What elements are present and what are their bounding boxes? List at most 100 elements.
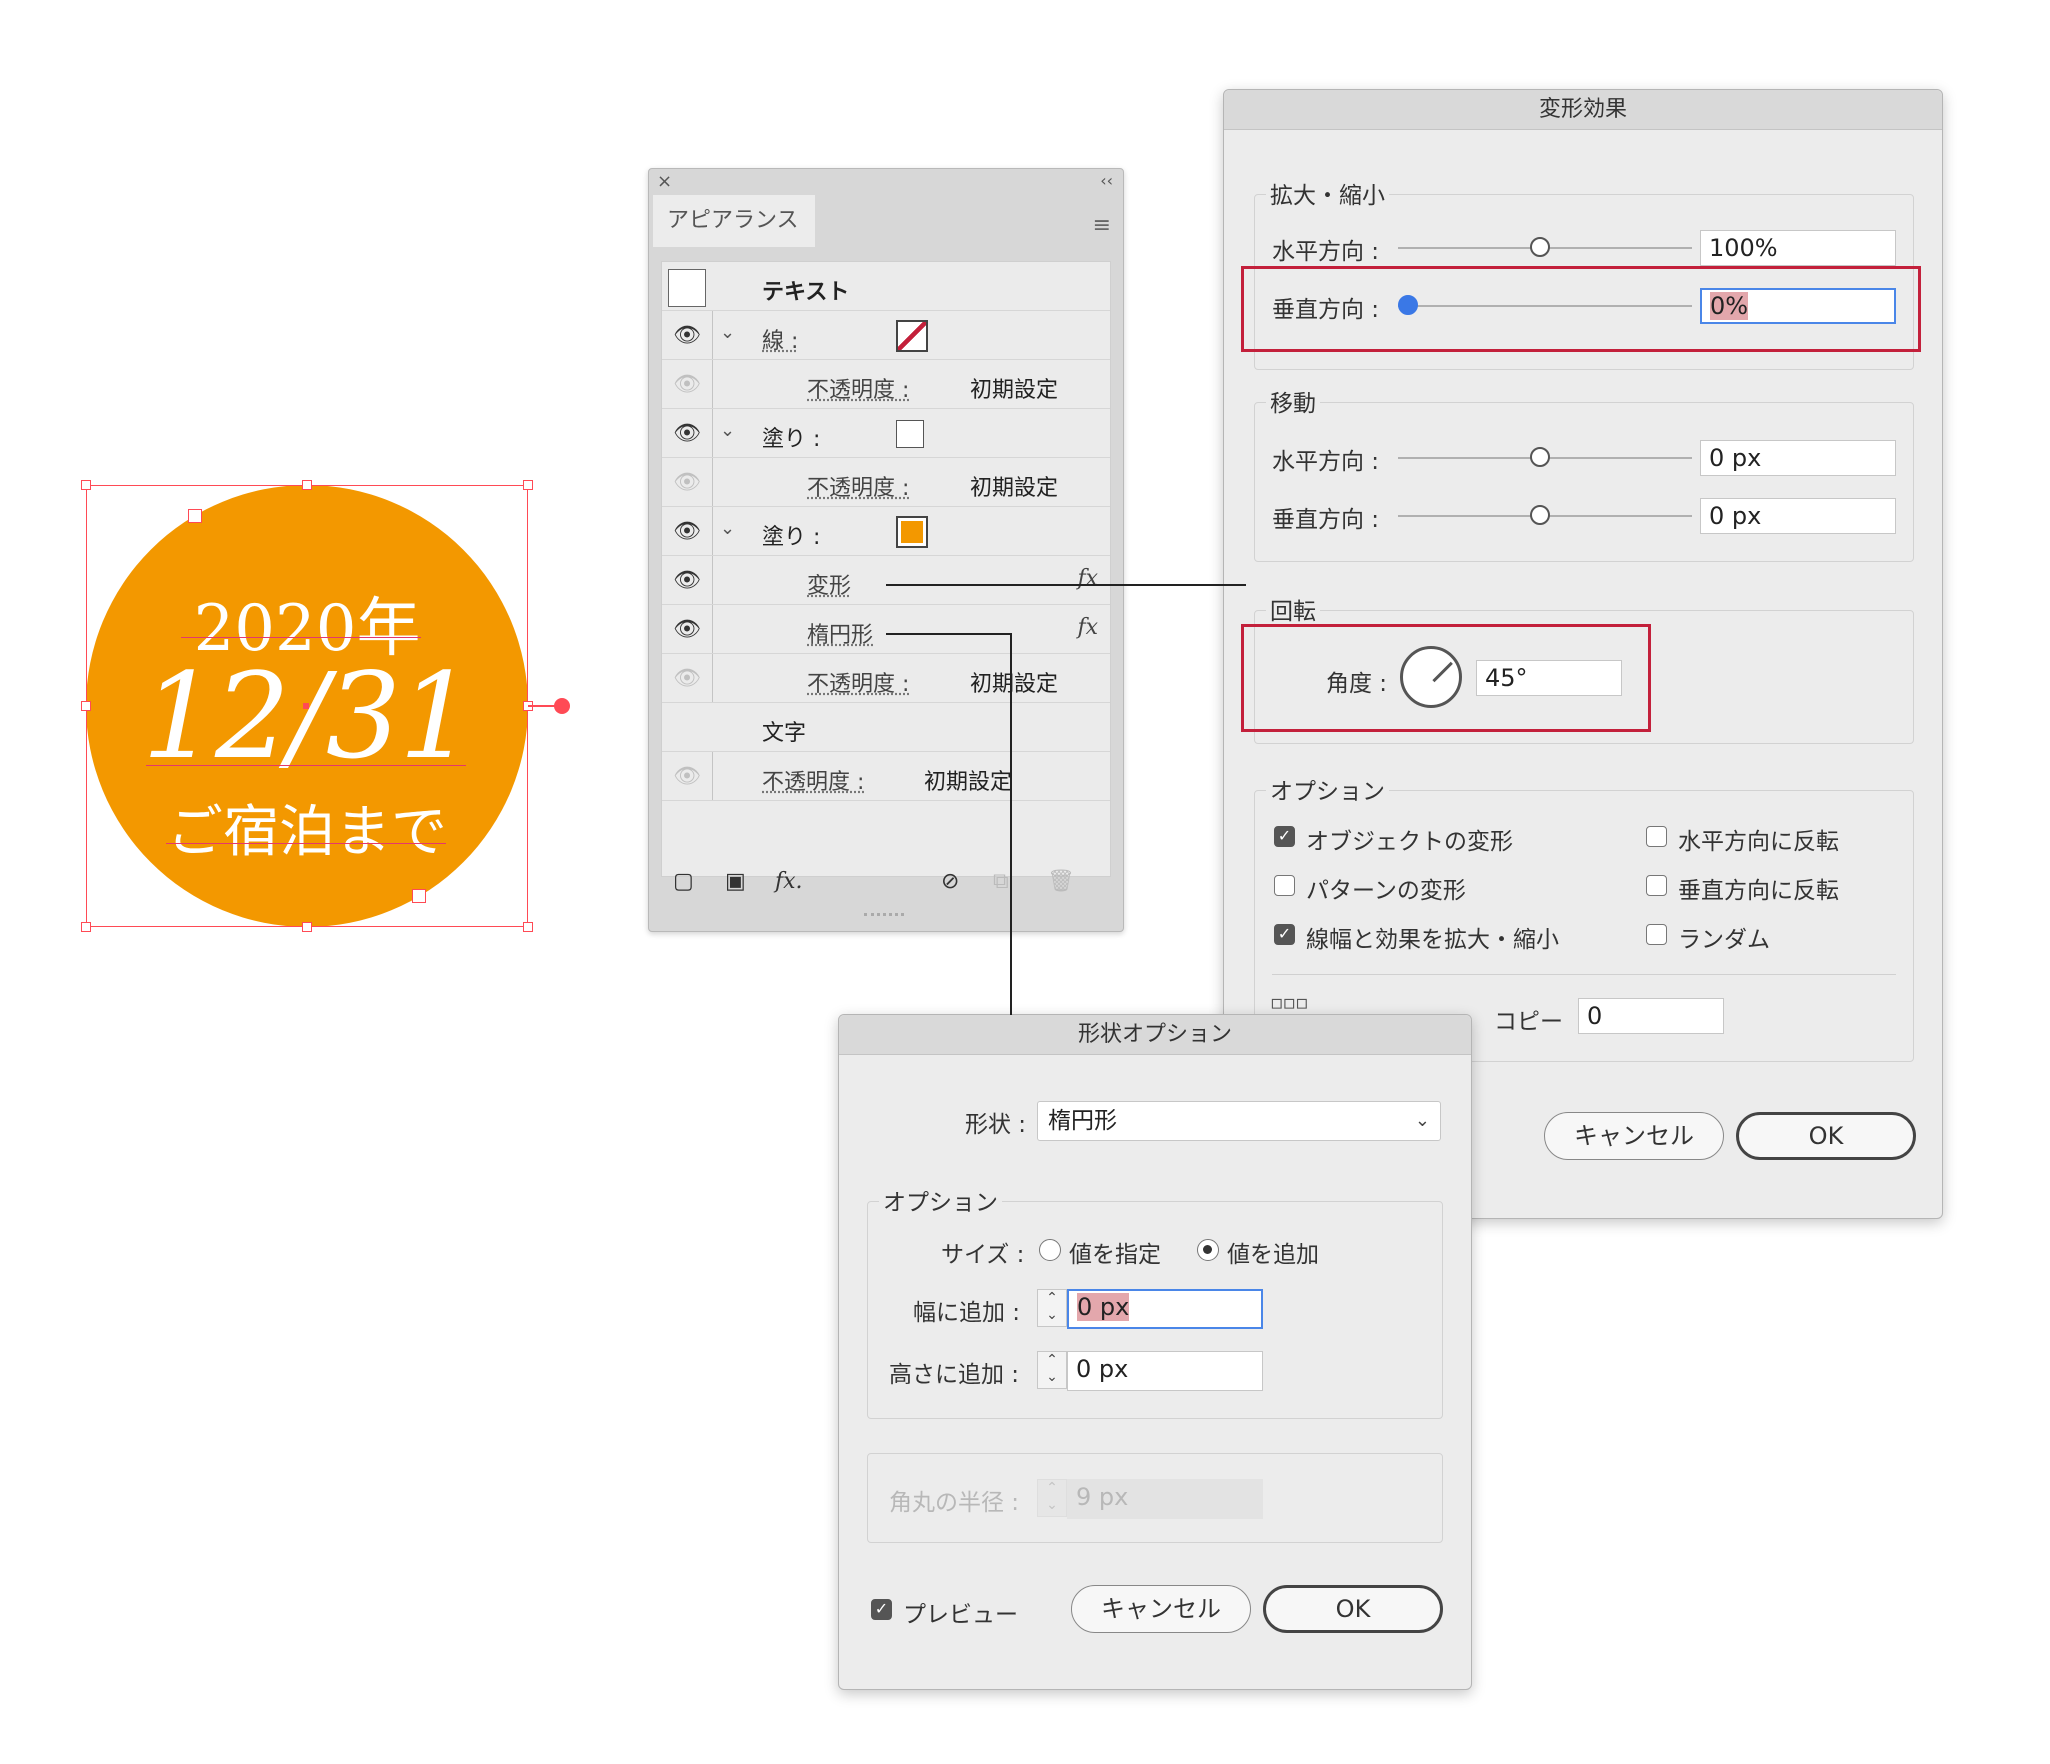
- eye-icon[interactable]: 👁: [673, 325, 701, 347]
- fx-icon[interactable]: fx: [1077, 615, 1098, 640]
- scale-strokes-checkbox[interactable]: ✓: [1274, 924, 1295, 945]
- chevron-down-icon[interactable]: ⌄: [720, 518, 735, 539]
- fill-label[interactable]: 塗り :: [762, 519, 820, 551]
- effect-ellipse-label[interactable]: 楕円形: [807, 617, 873, 649]
- stroke-label[interactable]: 線 :: [762, 323, 798, 355]
- corner-radius-stepper[interactable]: ⌃ ⌄: [1037, 1479, 1067, 1517]
- stroke-swatch[interactable]: [896, 320, 928, 352]
- ok-button[interactable]: OK: [1263, 1585, 1443, 1633]
- move-v-input[interactable]: 0 px: [1700, 498, 1896, 534]
- reflect-x-checkbox[interactable]: [1646, 826, 1667, 847]
- fx-icon[interactable]: fx: [1077, 566, 1098, 591]
- scale-h-label: 水平方向 :: [1272, 239, 1380, 265]
- ok-button[interactable]: OK: [1736, 1112, 1916, 1160]
- clear-appearance-icon[interactable]: ⊘: [941, 869, 959, 894]
- resize-handle-top-left[interactable]: [81, 480, 91, 490]
- resize-handle-bottom[interactable]: [302, 922, 312, 932]
- opacity-label[interactable]: 不透明度 :: [807, 372, 909, 404]
- preview-checkbox[interactable]: ✓: [871, 1599, 892, 1620]
- extra-height-input[interactable]: 0 px: [1067, 1351, 1263, 1391]
- center-point: [303, 703, 309, 709]
- divider: [712, 556, 713, 604]
- fill-swatch-white[interactable]: [896, 420, 924, 448]
- scale-v-slider[interactable]: [1398, 305, 1692, 307]
- size-relative-radio[interactable]: [1197, 1239, 1219, 1261]
- transform-patterns-checkbox[interactable]: [1274, 875, 1295, 896]
- eye-icon[interactable]: 👁: [673, 423, 701, 445]
- appearance-row-fill[interactable]: 👁 ⌄ 塗り :: [662, 507, 1110, 556]
- eye-icon[interactable]: 👁: [673, 766, 701, 788]
- appearance-row-stroke[interactable]: 👁 ⌄ 線 :: [662, 311, 1110, 360]
- scale-h-input[interactable]: 100%: [1700, 230, 1896, 266]
- appearance-row-opacity[interactable]: 👁 不透明度 : 初期設定: [662, 654, 1110, 703]
- extra-width-input[interactable]: 0 px: [1067, 1289, 1263, 1329]
- effect-transform-label[interactable]: 変形: [807, 568, 851, 600]
- opacity-label[interactable]: 不透明度 :: [807, 666, 909, 698]
- extra-height-stepper[interactable]: ⌃ ⌄: [1037, 1351, 1067, 1389]
- scale-h-slider-knob[interactable]: [1530, 237, 1550, 257]
- appearance-row-effect-ellipse[interactable]: 👁 楕円形 fx: [662, 605, 1110, 654]
- random-label: ランダム: [1678, 927, 1770, 953]
- selected-badge-object[interactable]: 2020年 12/31 ご宿泊まで: [81, 480, 570, 932]
- random-checkbox[interactable]: [1646, 924, 1667, 945]
- extra-width-stepper[interactable]: ⌃ ⌄: [1037, 1289, 1067, 1327]
- fill-label[interactable]: 塗り :: [762, 421, 820, 453]
- eye-icon[interactable]: 👁: [673, 619, 701, 641]
- resize-handle-bottom-right[interactable]: [523, 922, 533, 932]
- reference-point-icon[interactable]: ▫▫▫: [1270, 990, 1309, 1014]
- close-icon[interactable]: ×: [657, 171, 672, 192]
- appearance-row-opacity[interactable]: 👁 不透明度 : 初期設定: [662, 752, 1110, 801]
- scale-v-slider-knob[interactable]: [1398, 295, 1418, 315]
- copies-input[interactable]: 0: [1578, 998, 1724, 1034]
- reflect-y-checkbox[interactable]: [1646, 875, 1667, 896]
- move-h-slider-knob[interactable]: [1530, 447, 1550, 467]
- cancel-button[interactable]: キャンセル: [1544, 1112, 1724, 1160]
- characters-label[interactable]: 文字: [762, 715, 806, 747]
- text-thread-port[interactable]: [554, 698, 570, 714]
- angle-dial[interactable]: [1400, 646, 1462, 708]
- appearance-row-characters[interactable]: 文字: [662, 703, 1110, 752]
- appearance-row-fill[interactable]: 👁 ⌄ 塗り :: [662, 409, 1110, 458]
- divider: [712, 360, 713, 408]
- add-effect-icon[interactable]: fx.: [775, 869, 803, 894]
- tab-appearance[interactable]: アピアランス: [653, 195, 815, 247]
- cancel-button[interactable]: キャンセル: [1071, 1585, 1251, 1633]
- resize-grip[interactable]: [864, 913, 904, 921]
- opacity-label[interactable]: 不透明度 :: [807, 470, 909, 502]
- preview-label: プレビュー: [903, 1602, 1018, 1628]
- chevron-down-icon[interactable]: ⌄: [720, 420, 735, 441]
- eye-icon[interactable]: 👁: [673, 668, 701, 690]
- add-fill-icon[interactable]: ▣: [725, 869, 746, 894]
- add-stroke-icon[interactable]: ▢: [673, 869, 694, 894]
- corner-widget[interactable]: [188, 509, 202, 523]
- size-absolute-radio[interactable]: [1039, 1239, 1061, 1261]
- transform-objects-checkbox[interactable]: ✓: [1274, 826, 1295, 847]
- appearance-row-opacity[interactable]: 👁 不透明度 : 初期設定: [662, 360, 1110, 409]
- scale-v-input[interactable]: 0%: [1700, 288, 1896, 324]
- move-v-slider-knob[interactable]: [1530, 505, 1550, 525]
- eye-icon[interactable]: 👁: [673, 570, 701, 592]
- collapse-icon[interactable]: ‹‹: [1100, 171, 1113, 190]
- fill-swatch-orange[interactable]: [896, 516, 928, 548]
- rotate-group-label: 回転: [1266, 592, 1320, 626]
- chevron-down-icon: ⌄: [1414, 1110, 1430, 1131]
- eye-icon[interactable]: 👁: [673, 521, 701, 543]
- eye-icon[interactable]: 👁: [673, 374, 701, 396]
- resize-handle-bottom-left[interactable]: [81, 922, 91, 932]
- panel-menu-icon[interactable]: ≡: [1093, 213, 1111, 238]
- duplicate-item-icon[interactable]: ⧉: [993, 869, 1009, 894]
- opacity-label[interactable]: 不透明度 :: [762, 764, 864, 796]
- appearance-row-opacity[interactable]: 👁 不透明度 : 初期設定: [662, 458, 1110, 507]
- chevron-down-icon[interactable]: ⌄: [720, 322, 735, 343]
- angle-input[interactable]: 45°: [1476, 660, 1622, 696]
- resize-handle-left[interactable]: [81, 701, 91, 711]
- corner-widget[interactable]: [412, 889, 426, 903]
- shape-select[interactable]: 楕円形 ⌄: [1037, 1101, 1441, 1141]
- appearance-row-effect-transform[interactable]: 👁 変形 fx: [662, 556, 1110, 605]
- move-h-input[interactable]: 0 px: [1700, 440, 1896, 476]
- eye-icon[interactable]: 👁: [673, 472, 701, 494]
- resize-handle-top[interactable]: [302, 480, 312, 490]
- delete-item-icon[interactable]: 🗑: [1047, 869, 1075, 894]
- corner-radius-input[interactable]: 9 px: [1067, 1479, 1263, 1519]
- resize-handle-top-right[interactable]: [523, 480, 533, 490]
